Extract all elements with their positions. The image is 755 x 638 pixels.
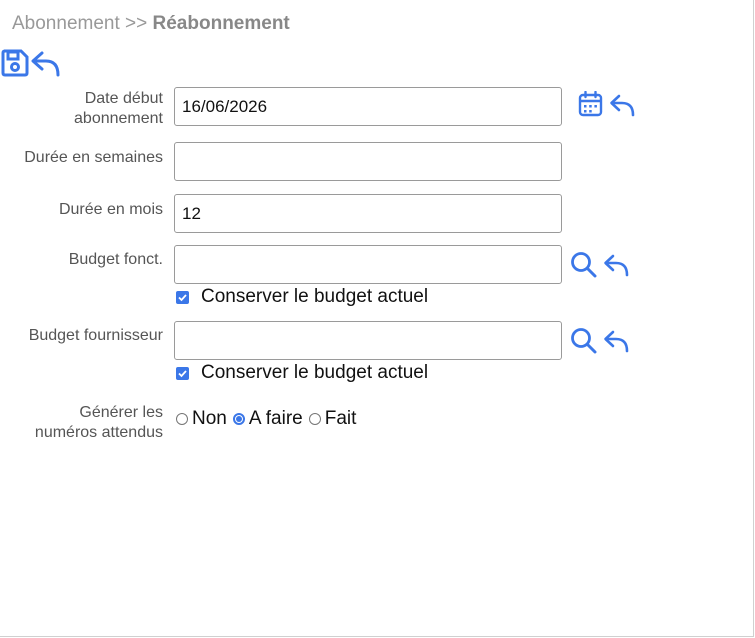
undo-icon <box>31 51 60 77</box>
budget-fonct-search-button[interactable] <box>570 251 597 278</box>
save-icon <box>1 49 29 77</box>
calendar-icon <box>578 91 603 117</box>
generer-radio-group: Non A faire Fait <box>176 408 362 430</box>
undo-icon <box>604 254 629 277</box>
budget-fonct-keep-checkbox[interactable]: Conserver le budget actuel <box>176 286 428 308</box>
breadcrumb-current: Réabonnement <box>152 13 290 34</box>
budget-fournisseur-reset-button[interactable] <box>603 328 630 353</box>
breadcrumb: Abonnement >> Réabonnement <box>12 13 290 35</box>
radio-a-faire[interactable]: A faire <box>232 408 303 430</box>
date-debut-input[interactable] <box>174 87 562 126</box>
date-reset-button[interactable] <box>609 92 636 117</box>
generer-label: Générer les numéros attendus <box>34 404 163 441</box>
budget-fournisseur-label: Budget fournisseur <box>28 327 163 344</box>
checkbox-checked-icon <box>176 290 189 304</box>
budget-fournisseur-keep-label: Conserver le budget actuel <box>201 362 429 383</box>
budget-fournisseur-keep-checkbox[interactable]: Conserver le budget actuel <box>176 362 428 384</box>
date-debut-label: Date début abonnement <box>74 90 163 127</box>
calendar-button[interactable] <box>578 91 603 117</box>
breadcrumb-separator: >> <box>125 13 148 34</box>
budget-fonct-input[interactable] <box>174 245 562 284</box>
checkbox-checked-icon <box>176 366 189 380</box>
duree-semaines-label: Durée en semaines <box>24 149 163 166</box>
radio-selected-icon <box>232 413 245 425</box>
budget-fournisseur-search-button[interactable] <box>570 327 597 354</box>
breadcrumb-parent[interactable]: Abonnement <box>12 13 120 34</box>
budget-fonct-label: Budget fonct. <box>68 251 163 268</box>
budget-fonct-reset-button[interactable] <box>603 252 630 277</box>
save-button[interactable] <box>0 48 30 78</box>
search-icon <box>571 328 597 354</box>
budget-fonct-keep-label: Conserver le budget actuel <box>201 286 429 307</box>
undo-button[interactable] <box>30 48 62 78</box>
radio-fait[interactable]: Fait <box>308 408 356 430</box>
duree-semaines-input[interactable] <box>174 142 562 181</box>
undo-icon <box>610 94 635 117</box>
toolbar <box>0 47 62 79</box>
budget-fournisseur-input[interactable] <box>174 321 562 360</box>
radio-icon <box>308 413 321 425</box>
undo-icon <box>604 330 629 353</box>
radio-non[interactable]: Non <box>176 408 227 430</box>
radio-icon <box>176 413 188 425</box>
duree-mois-input[interactable] <box>174 194 562 233</box>
duree-mois-label: Durée en mois <box>58 201 163 218</box>
search-icon <box>571 252 597 278</box>
